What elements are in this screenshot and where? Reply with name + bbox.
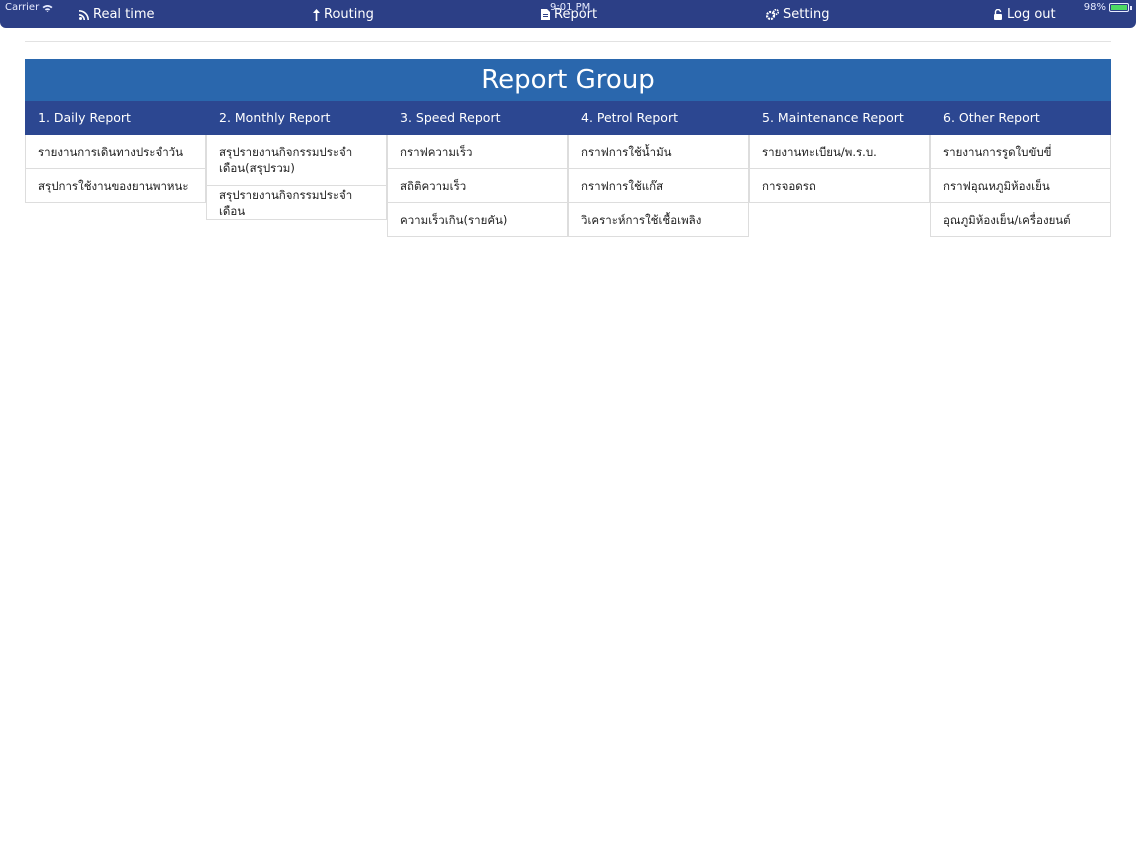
document-icon	[541, 9, 550, 20]
nav-log-out[interactable]: Log out	[994, 7, 1056, 22]
column-monthly: สรุปรายงานกิจกรรมประจำเดือน(สรุปรวม) สรุ…	[206, 135, 387, 220]
column-maintenance: รายงานทะเบียน/พ.ร.บ. การจอดรถ	[749, 135, 930, 203]
column-header-maintenance: 5. Maintenance Report	[762, 110, 904, 125]
column-header-monthly: 2. Monthly Report	[219, 110, 331, 125]
nav-routing-label: Routing	[324, 7, 374, 22]
column-other: รายงานการรูดใบขับขี่ กราฟอุณหภูมิห้องเย็…	[930, 135, 1111, 237]
top-nav-bar: Carrier 9:01 PM 98% Real time Routing Re…	[0, 0, 1136, 28]
nav-routing[interactable]: Routing	[313, 7, 374, 22]
status-carrier: Carrier	[5, 2, 53, 13]
arrow-up-icon	[313, 8, 320, 21]
nav-log-out-label: Log out	[1007, 7, 1056, 22]
report-link[interactable]: สถิติความเร็ว	[387, 169, 568, 203]
report-link[interactable]: กราฟความเร็ว	[387, 135, 568, 169]
report-link[interactable]: สรุปการใช้งานของยานพาหนะ	[25, 169, 206, 203]
column-header-daily: 1. Daily Report	[38, 110, 131, 125]
battery-icon	[1109, 3, 1129, 12]
nav-setting[interactable]: Setting	[766, 7, 830, 22]
report-category-header-row: 1. Daily Report 2. Monthly Report 3. Spe…	[25, 101, 1111, 135]
column-header-petrol: 4. Petrol Report	[581, 110, 678, 125]
nav-setting-label: Setting	[783, 7, 830, 22]
report-columns: รายงานการเดินทางประจำวัน สรุปการใช้งานขอ…	[25, 135, 1111, 237]
report-link[interactable]: ความเร็วเกิน(รายคัน)	[387, 203, 568, 237]
nav-real-time[interactable]: Real time	[79, 7, 155, 22]
nav-report[interactable]: Report	[541, 7, 597, 22]
report-link[interactable]: วิเคราะห์การใช้เชื้อเพลิง	[568, 203, 749, 237]
report-link[interactable]: กราฟการใช้น้ำมัน	[568, 135, 749, 169]
report-link[interactable]: รายงานการรูดใบขับขี่	[930, 135, 1111, 169]
nav-real-time-label: Real time	[93, 7, 155, 22]
column-header-speed: 3. Speed Report	[400, 110, 501, 125]
column-daily: รายงานการเดินทางประจำวัน สรุปการใช้งานขอ…	[25, 135, 206, 203]
report-link[interactable]: กราฟอุณหภูมิห้องเย็น	[930, 169, 1111, 203]
column-speed: กราฟความเร็ว สถิติความเร็ว ความเร็วเกิน(…	[387, 135, 568, 237]
report-link[interactable]: สรุปรายงานกิจกรรมประจำเดือน	[206, 186, 387, 220]
unlock-icon	[994, 9, 1002, 20]
page-title: Report Group	[25, 59, 1111, 101]
report-link[interactable]: กราฟการใช้แก๊ส	[568, 169, 749, 203]
gears-icon	[766, 9, 779, 20]
report-link[interactable]: สรุปรายงานกิจกรรมประจำเดือน(สรุปรวม)	[206, 135, 387, 186]
status-battery: 98%	[1084, 2, 1132, 13]
column-petrol: กราฟการใช้น้ำมัน กราฟการใช้แก๊ส วิเคราะห…	[568, 135, 749, 237]
report-link[interactable]: รายงานทะเบียน/พ.ร.บ.	[749, 135, 930, 169]
nav-report-label: Report	[554, 7, 598, 22]
report-link[interactable]: การจอดรถ	[749, 169, 930, 203]
carrier-label: Carrier	[5, 2, 40, 13]
report-link[interactable]: อุณภูมิห้องเย็น/เครื่องยนต์	[930, 203, 1111, 237]
column-header-other: 6. Other Report	[943, 110, 1040, 125]
divider	[25, 41, 1111, 42]
rss-icon	[79, 9, 89, 20]
battery-percent: 98%	[1083, 2, 1106, 13]
wifi-icon	[42, 4, 53, 12]
report-link[interactable]: รายงานการเดินทางประจำวัน	[25, 135, 206, 169]
